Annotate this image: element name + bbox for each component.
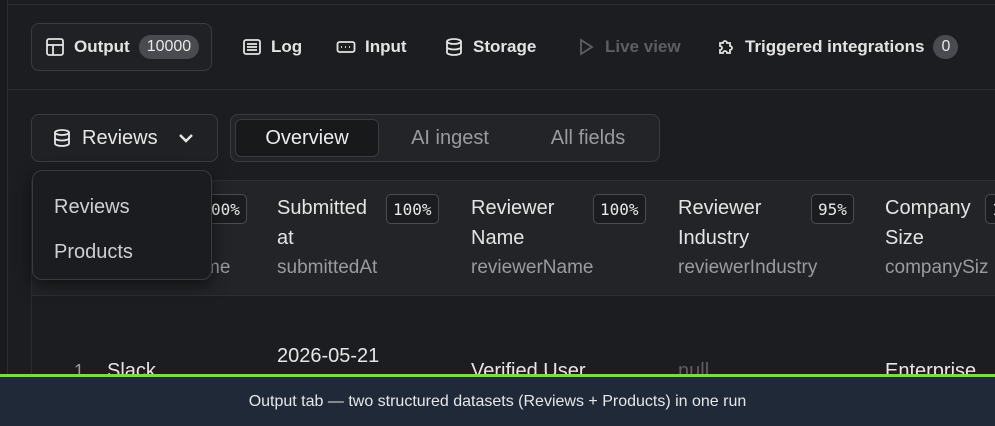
- database-icon: [446, 38, 462, 56]
- tab-triggered-integrations[interactable]: Triggered integrations 0: [716, 23, 959, 71]
- log-icon: [243, 39, 261, 55]
- tab-log-label: Log: [271, 37, 303, 56]
- column-title: Company: [885, 197, 971, 219]
- tab-output[interactable]: Output 10000: [31, 23, 213, 71]
- cell-submitted-at: 2026-05-21: [277, 345, 380, 367]
- column-header-reviewer-name[interactable]: Reviewer Name reviewerName: [471, 193, 593, 283]
- view-segmented-control: Overview AI ingest All fields: [230, 114, 660, 162]
- column-header-reviewer-industry[interactable]: Reviewer Industry reviewerIndustry: [678, 193, 817, 283]
- dataset-select-value: Reviews: [82, 126, 158, 149]
- column-title: Submitted: [277, 197, 368, 219]
- table-icon: [46, 38, 64, 56]
- column-header-company-size[interactable]: Company Size companySiz: [885, 193, 989, 283]
- column-title: at: [277, 227, 294, 249]
- caption-bar: Output tab — two structured datasets (Re…: [0, 374, 995, 426]
- left-sidebar-edge: [0, 0, 8, 376]
- tab-triggered-integrations-label: Triggered integrations: [745, 37, 925, 56]
- tab-log[interactable]: Log: [242, 23, 302, 71]
- tab-input[interactable]: Input: [336, 23, 407, 71]
- column-title: Industry: [678, 227, 750, 249]
- tab-ai-ingest[interactable]: AI ingest: [383, 119, 517, 157]
- column-header-submitted-at[interactable]: Submitted at submittedAt: [277, 193, 377, 283]
- column-field: companySiz: [885, 257, 989, 278]
- column-title: Reviewer: [471, 197, 555, 219]
- tab-overview[interactable]: Overview: [235, 119, 379, 157]
- tab-input-label: Input: [365, 37, 407, 56]
- integrations-count-badge: 0: [933, 35, 959, 59]
- column-field: reviewerIndustry: [678, 257, 818, 278]
- tab-output-label: Output: [74, 37, 130, 56]
- app-window: Output 10000 Log Input Storage Live view…: [0, 0, 995, 376]
- puzzle-icon: [719, 40, 733, 54]
- dataset-dropdown-menu: Reviews Products: [32, 170, 212, 280]
- column-field: submittedAt: [277, 257, 378, 278]
- tab-live-view[interactable]: Live view: [576, 23, 681, 71]
- play-icon: [580, 38, 594, 56]
- fill-rate-badge: 95%: [811, 194, 854, 224]
- tab-storage-label: Storage: [473, 37, 537, 56]
- run-tabs-bar: Output 10000 Log Input Storage Live view…: [8, 5, 995, 90]
- output-count-badge: 10000: [138, 35, 200, 59]
- fill-rate-badge: 1: [985, 194, 995, 224]
- dataset-select[interactable]: Reviews: [31, 114, 218, 162]
- column-title: Name: [471, 227, 525, 249]
- tab-live-view-label: Live view: [605, 37, 681, 56]
- dropdown-option-products[interactable]: Products: [33, 228, 211, 276]
- column-title: Reviewer: [678, 197, 762, 219]
- database-icon: [54, 129, 70, 147]
- caption-text: Output tab — two structured datasets (Re…: [248, 392, 747, 410]
- dropdown-option-reviews[interactable]: Reviews: [33, 183, 211, 231]
- chevron-down-icon: [178, 134, 193, 143]
- fill-rate-badge: 100%: [593, 194, 646, 224]
- tab-all-fields[interactable]: All fields: [521, 119, 655, 157]
- column-title: Size: [885, 227, 924, 249]
- input-icon: [336, 41, 356, 53]
- tab-storage[interactable]: Storage: [444, 23, 536, 71]
- column-field: reviewerName: [471, 257, 594, 278]
- fill-rate-badge: 100%: [386, 194, 439, 224]
